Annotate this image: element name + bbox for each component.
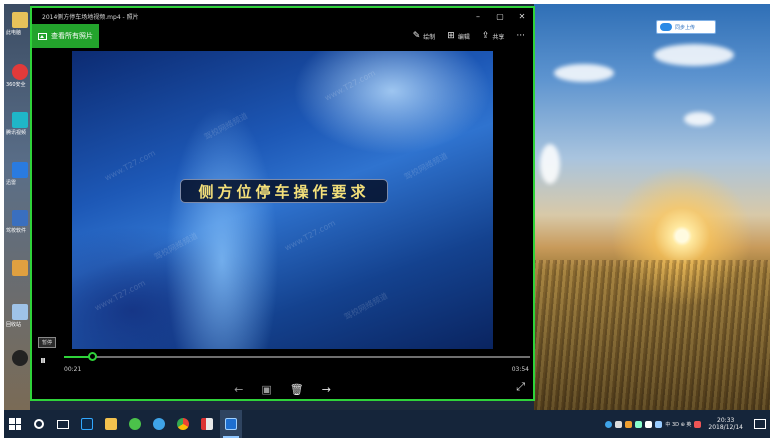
windows-logo-icon (9, 418, 21, 430)
tray-app-icon[interactable] (635, 420, 643, 428)
photos-icon (225, 418, 237, 430)
app-taskbar-button[interactable] (196, 410, 218, 438)
recycle-bin-icon[interactable] (12, 304, 28, 320)
delete-icon[interactable]: 🗑 (290, 383, 304, 396)
total-time: 03:54 (511, 366, 529, 373)
desktop-screen: 同步上传 此电脑 360安全 腾讯视频 迅雷 驾校软件 回收站 2014侧方停车… (4, 4, 770, 438)
desktop-wallpaper (534, 4, 770, 410)
shield-icon[interactable] (12, 64, 28, 80)
tray-app-icon[interactable] (615, 420, 623, 428)
seek-bar[interactable] (64, 352, 530, 361)
previous-arrow-icon[interactable]: ← (234, 383, 243, 396)
fullscreen-icon[interactable]: ⤢ (516, 380, 525, 394)
desktop-icon-label: 腾讯视频 (6, 130, 27, 136)
pause-tooltip: 暂停 (38, 337, 57, 348)
folder-icon[interactable] (12, 12, 28, 28)
volume-icon[interactable] (645, 420, 653, 428)
watermark: 驾校网络频道 (342, 291, 390, 322)
taskbar: 中 3D ⊕ 英 20:33 2018/12/14 (4, 410, 770, 438)
close-button[interactable]: ✕ (511, 8, 533, 24)
clock-time: 20:33 (717, 417, 735, 424)
watermark: 驾校网络频道 (202, 111, 250, 142)
chrome-taskbar-button[interactable] (172, 410, 194, 438)
see-all-photos-button[interactable]: 查看所有照片 (32, 24, 99, 48)
chrome-icon (177, 418, 189, 430)
cloud-icon (660, 23, 672, 31)
window-title: 2014侧方停车场地视频.mp4 - 照片 (42, 13, 139, 21)
share-button[interactable]: ⇪ 共享 (482, 31, 505, 41)
download-app-icon[interactable] (12, 162, 28, 178)
next-arrow-icon[interactable]: → (322, 383, 331, 396)
clock[interactable]: 20:33 2018/12/14 (708, 417, 743, 431)
bottom-controls: ← ▣ 🗑 → (32, 380, 533, 398)
desktop-icon-label: 回收站 (6, 322, 22, 328)
watermark: www.T27.com (283, 218, 337, 253)
current-time: 00:21 (64, 366, 82, 373)
task-view-icon (57, 419, 69, 429)
wechat-taskbar-button[interactable] (124, 410, 146, 438)
more-icon: ··· (516, 31, 525, 41)
start-button[interactable] (4, 410, 26, 438)
share-label: 共享 (492, 33, 505, 41)
notification-icon[interactable] (754, 419, 766, 429)
edit-label: 编辑 (457, 33, 470, 41)
window-titlebar[interactable]: 2014侧方停车场地视频.mp4 - 照片 – ▢ ✕ (32, 8, 533, 24)
system-tray: 中 3D ⊕ 英 20:33 2018/12/14 (605, 417, 770, 431)
browser-icon (153, 418, 165, 430)
desktop-icon-label: 360安全 (6, 82, 26, 88)
qq-penguin-icon[interactable] (12, 350, 28, 366)
folder-icon[interactable] (12, 260, 28, 276)
wechat-icon (129, 418, 141, 430)
cloud-sync-widget[interactable]: 同步上传 (656, 20, 716, 34)
pause-icon: ⏸ (40, 353, 47, 367)
app-icon (201, 418, 213, 430)
edit-button[interactable]: ⊞ 编辑 (447, 31, 470, 41)
clock-date: 2018/12/14 (708, 424, 743, 431)
photoshop-icon (81, 418, 93, 430)
tray-app-icon[interactable] (625, 420, 633, 428)
search-icon (34, 419, 44, 429)
see-all-photos-label: 查看所有照片 (51, 32, 93, 40)
share-icon: ⇪ (481, 31, 490, 41)
video-frame[interactable]: www.T27.com 驾校网络频道 www.T27.com 驾校网络频道 驾校… (72, 51, 493, 349)
explorer-taskbar-button[interactable] (100, 410, 122, 438)
input-method-indicator[interactable]: 中 3D ⊕ 英 (665, 421, 691, 428)
video-caption: 侧方位停车操作要求 (180, 179, 388, 203)
task-view-button[interactable] (52, 410, 74, 438)
watermark: 驾校网络频道 (402, 151, 450, 182)
draw-button[interactable]: ✎ 绘制 (413, 31, 436, 41)
pen-icon: ✎ (412, 31, 421, 41)
watermark: www.T27.com (323, 68, 377, 103)
minimize-button[interactable]: – (467, 8, 489, 24)
watermark: www.T27.com (93, 278, 147, 313)
slideshow-icon[interactable]: ▣ (261, 383, 271, 396)
desktop-icons-column: 此电脑 360安全 腾讯视频 迅雷 驾校软件 回收站 (4, 4, 30, 410)
desktop-icon-label: 迅雷 (6, 180, 17, 186)
watermark: www.T27.com (103, 148, 157, 183)
photos-app-window: 2014侧方停车场地视频.mp4 - 照片 – ▢ ✕ 查看所有照片 ✎ 绘制 … (30, 6, 535, 401)
seek-thumb[interactable] (87, 352, 97, 361)
tray-app-icon[interactable] (694, 420, 702, 428)
cloud-widget-label: 同步上传 (675, 24, 696, 31)
video-caption-text: 侧方位停车操作要求 (198, 182, 370, 201)
more-button[interactable]: ··· (516, 31, 525, 41)
desktop-icon-label: 此电脑 (6, 30, 22, 36)
pause-button[interactable]: ⏸ (40, 353, 46, 368)
tray-app-icon[interactable] (605, 420, 613, 428)
monitor-app-icon[interactable] (12, 210, 28, 226)
image-icon (38, 32, 47, 40)
network-icon[interactable] (655, 420, 663, 428)
watermark: 驾校网络频道 (152, 231, 200, 262)
photoshop-taskbar-button[interactable] (76, 410, 98, 438)
edit-icon: ⊞ (447, 31, 455, 41)
search-button[interactable] (28, 410, 50, 438)
desktop-icon-label: 驾校软件 (6, 228, 27, 234)
draw-label: 绘制 (423, 33, 436, 41)
video-app-icon[interactable] (12, 112, 28, 128)
browser-taskbar-button[interactable] (148, 410, 170, 438)
folder-icon (105, 418, 117, 430)
maximize-button[interactable]: ▢ (489, 8, 511, 24)
photos-toolbar: 查看所有照片 ✎ 绘制 ⊞ 编辑 ⇪ 共享 ··· (32, 24, 533, 48)
photos-taskbar-button[interactable] (220, 410, 242, 438)
